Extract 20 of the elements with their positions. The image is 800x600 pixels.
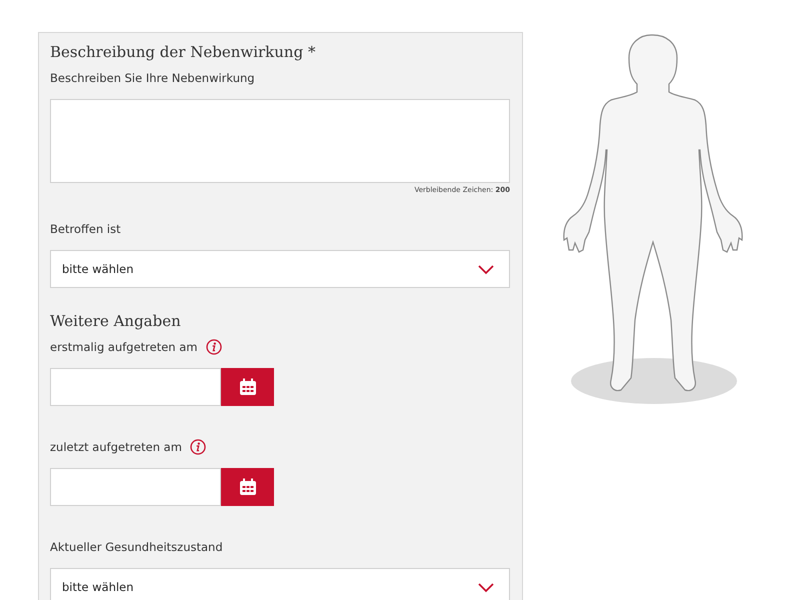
field-label: Beschreiben Sie Ihre Nebenwirkung [50,71,255,85]
calendar-button[interactable] [221,368,274,406]
field-label: Aktueller Gesundheitszustand [50,540,223,554]
date-field[interactable] [50,468,221,506]
select-dropdown[interactable]: bitte wählen [50,568,510,600]
description-field[interactable] [50,99,510,183]
field-label: zuletzt aufgetreten am [50,440,182,454]
field-label: Betroffen ist [50,222,121,236]
chevron-down-icon [477,582,495,592]
info-icon[interactable] [206,339,222,355]
field-label: erstmalig aufgetreten am [50,340,198,354]
calendar-button[interactable] [221,468,274,506]
section-heading: Beschreibung der Nebenwirkung * [50,43,316,61]
calendar-icon [238,478,256,496]
section-heading: Weitere Angaben [50,312,181,330]
date-field[interactable] [50,368,221,406]
info-icon[interactable] [190,439,206,455]
select-dropdown[interactable]: bitte wählen [50,250,510,288]
calendar-icon [238,378,256,396]
chevron-down-icon [477,264,495,274]
